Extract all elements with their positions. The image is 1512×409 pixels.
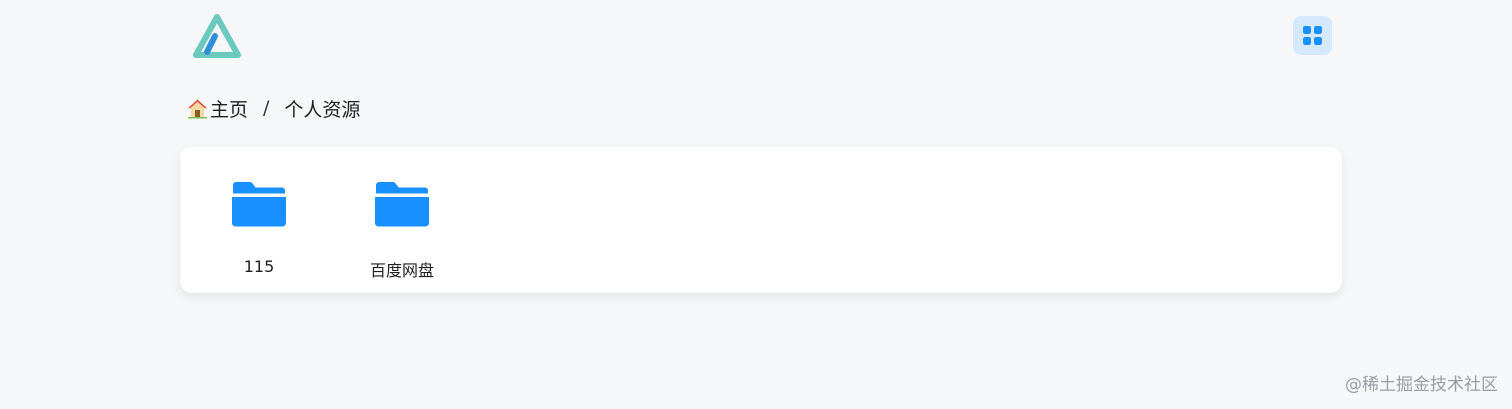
breadcrumb-item-home-label: 主页 [210,98,249,121]
folder-icon [375,182,429,227]
folder-name: 百度网盘 [369,261,434,280]
file-grid-card: 115 百度网盘 [180,147,1342,293]
folder-item[interactable]: 115 [199,147,319,293]
folder-item[interactable]: 百度网盘 [342,147,462,293]
house-icon [187,98,208,119]
folder-name: 115 [243,257,275,276]
layout-toggle-button[interactable] [1293,16,1332,55]
app-logo-icon[interactable] [190,12,244,60]
watermark-text: @稀土掘金技术社区 [1345,375,1498,395]
breadcrumb: 主页 / 个人资源 [187,95,360,121]
breadcrumb-home[interactable]: 主页 [187,95,248,122]
folder-icon [232,182,286,227]
breadcrumb-separator: / [263,97,270,119]
breadcrumb-item-current[interactable]: 个人资源 [284,95,360,122]
grid-icon [1303,26,1322,45]
